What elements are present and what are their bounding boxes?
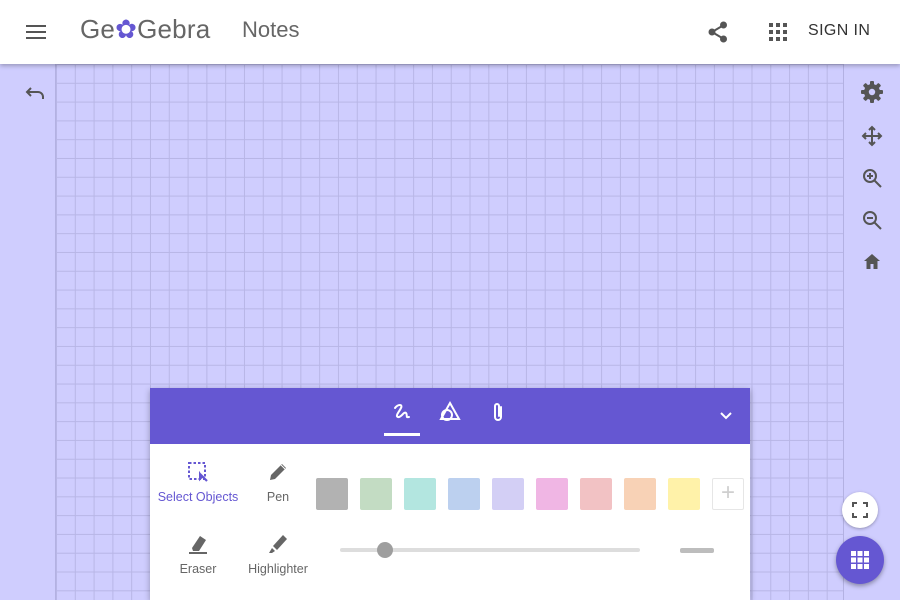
media-tab[interactable] [480,400,516,434]
eraser-tool[interactable]: Eraser [153,532,243,576]
paperclip-icon [494,403,502,421]
select-objects-tool[interactable]: Select Objects [153,460,243,504]
sign-in-button[interactable]: SIGN IN [808,22,870,40]
color-swatch[interactable] [448,478,480,510]
scribble-icon [394,404,410,419]
geogebra-logo: Ge✿Gebra [80,14,211,44]
tools-panel: Select Objects Pen Eraser Highlighter + [150,388,750,600]
app-header: Ge✿Gebra Notes SIGN IN [0,0,900,64]
select-rect-icon [188,462,208,482]
stroke-width-slider-thumb[interactable] [377,542,393,558]
zoom-out-icon[interactable] [860,208,884,232]
color-swatch[interactable] [580,478,612,510]
fullscreen-icon[interactable] [842,492,878,528]
shapes-icon [439,400,461,421]
grid-icon [851,551,869,569]
menu-icon[interactable] [22,20,50,44]
pen-tools-tab[interactable] [384,400,420,436]
app-title: Notes [242,17,300,42]
pen-tool[interactable]: Pen [233,460,323,504]
color-swatch[interactable] [492,478,524,510]
home-icon[interactable] [860,250,884,274]
zoom-in-icon[interactable] [860,166,884,190]
add-color-button[interactable]: + [712,478,744,510]
color-swatch[interactable] [668,478,700,510]
highlighter-label: Highlighter [248,562,308,576]
color-swatch[interactable] [316,478,348,510]
tools-grid-button[interactable] [836,536,884,584]
select-objects-label: Select Objects [157,490,239,504]
color-swatch[interactable] [360,478,392,510]
color-swatch[interactable] [624,478,656,510]
color-swatch[interactable] [404,478,436,510]
gear-icon[interactable] [860,80,884,104]
stroke-width-preview [680,548,714,553]
eraser-icon [189,536,207,554]
undo-icon[interactable] [22,80,50,104]
highlighter-tool[interactable]: Highlighter [233,532,323,576]
share-icon[interactable] [704,18,732,46]
shapes-tab[interactable] [432,400,468,434]
highlighter-icon [269,535,287,553]
move-arrows-icon[interactable] [860,124,884,148]
pen-label: Pen [266,490,290,504]
geogebra-flower-icon: ✿ [115,14,138,44]
pen-icon [270,464,286,480]
apps-grid-icon[interactable] [766,20,790,44]
chevron-down-icon[interactable] [716,406,736,426]
color-swatch[interactable] [536,478,568,510]
tools-panel-header [150,388,750,444]
eraser-label: Eraser [179,562,217,576]
